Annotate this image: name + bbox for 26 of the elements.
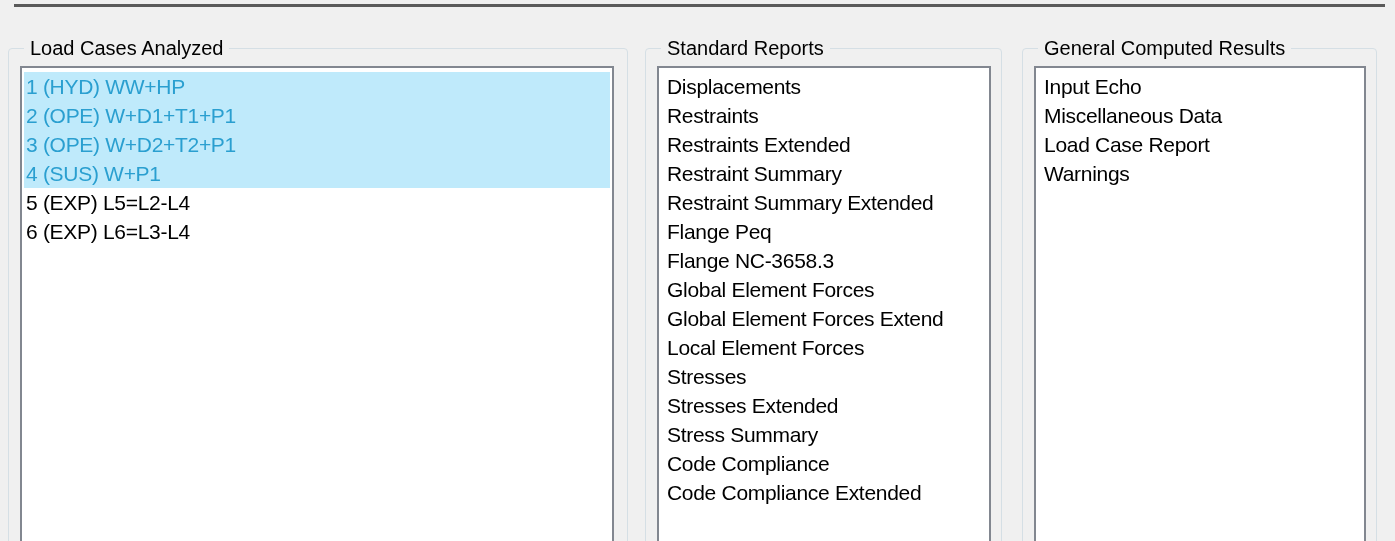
list-item[interactable]: Warnings bbox=[1042, 159, 1362, 188]
list-item[interactable]: Input Echo bbox=[1042, 72, 1362, 101]
list-item[interactable]: Flange NC-3658.3 bbox=[665, 246, 987, 275]
list-item[interactable]: Code Compliance bbox=[665, 449, 987, 478]
list-item[interactable]: Stress Summary bbox=[665, 420, 987, 449]
list-box[interactable]: 1 (HYD) WW+HP 2 (OPE) W+D1+T1+P1 3 (OPE) W+D2+T2+P1 4 (SUS) W+P1 5 (EXP) L5=L2-L4 6 (EXP) L6=L3-L4 bbox=[20, 66, 614, 541]
list-item[interactable]: Load Case Report bbox=[1042, 130, 1362, 159]
list-item[interactable]: Code Compliance Extended bbox=[665, 478, 987, 507]
list-item[interactable]: 6 (EXP) L6=L3-L4 bbox=[24, 217, 610, 246]
list-item[interactable]: Restraint Summary bbox=[665, 159, 987, 188]
group-title: General Computed Results bbox=[1043, 37, 1287, 60]
group-title: Load Cases Analyzed bbox=[29, 37, 225, 60]
list-item[interactable]: Restraints bbox=[665, 101, 987, 130]
group-title: Standard Reports bbox=[666, 37, 825, 60]
list-item[interactable]: Flange Peq bbox=[665, 217, 987, 246]
list-item[interactable]: Global Element Forces Extend bbox=[665, 304, 987, 333]
list-item[interactable]: Stresses Extended bbox=[665, 391, 987, 420]
list-item[interactable]: Stresses bbox=[665, 362, 987, 391]
list-item[interactable]: Restraints Extended bbox=[665, 130, 987, 159]
list-item[interactable]: Displacements bbox=[665, 72, 987, 101]
list-item[interactable]: Global Element Forces bbox=[665, 275, 987, 304]
list-item[interactable]: Miscellaneous Data bbox=[1042, 101, 1362, 130]
list-item[interactable]: 5 (EXP) L5=L2-L4 bbox=[24, 188, 610, 217]
list-item[interactable]: Restraint Summary Extended bbox=[665, 188, 987, 217]
list-box[interactable]: Input Echo Miscellaneous Data Load Case Report Warnings bbox=[1034, 66, 1366, 541]
list-item[interactable]: Local Element Forces bbox=[665, 333, 987, 362]
